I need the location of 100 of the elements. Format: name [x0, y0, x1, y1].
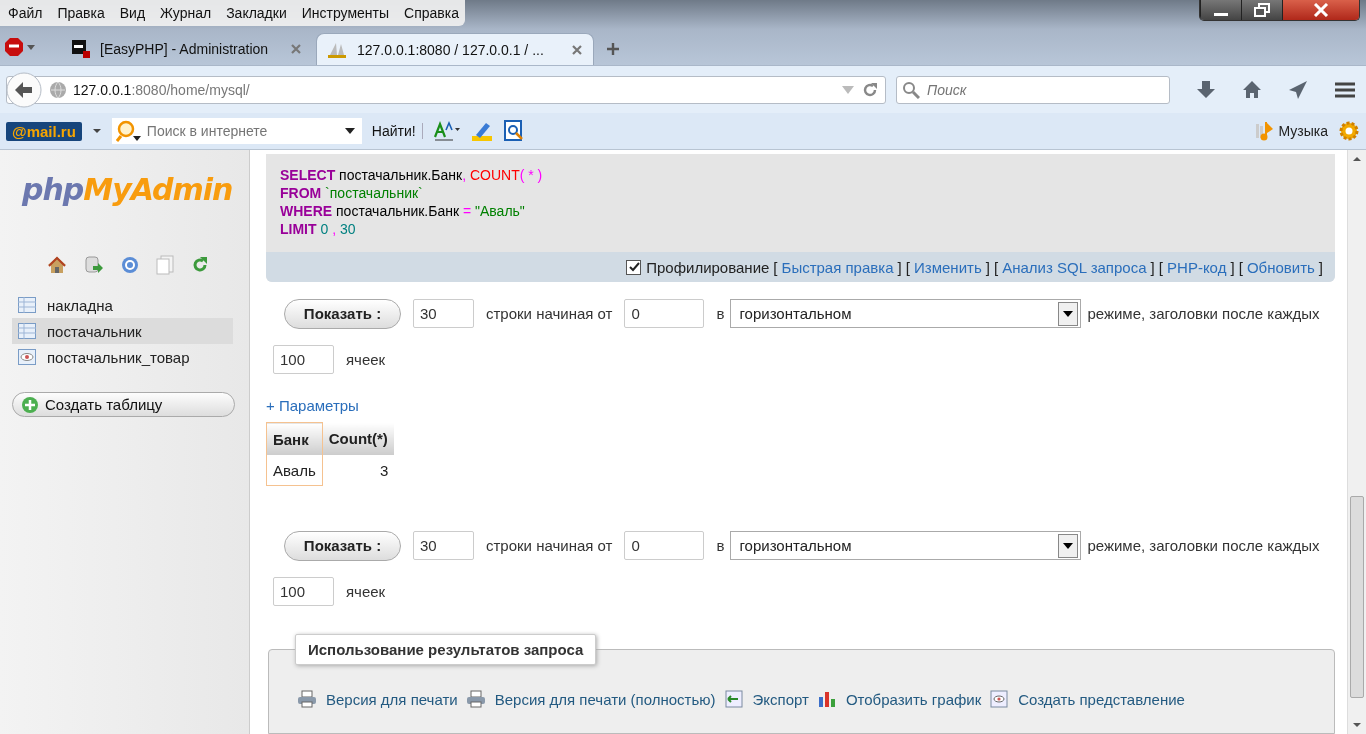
field-label: в [716, 305, 725, 322]
dropdown-icon[interactable] [343, 127, 356, 135]
field-label: ячеек [346, 583, 386, 600]
column-header[interactable]: Банк [266, 422, 323, 455]
house-icon[interactable] [47, 256, 67, 274]
minimize-button[interactable] [1200, 0, 1241, 20]
bracket-text: ] [ [1230, 258, 1243, 276]
sql-line: SELECT постачальник.Банк, COUNT( * ) [280, 166, 544, 184]
close-button[interactable] [1282, 0, 1359, 20]
globe-icon [49, 80, 67, 99]
menu-item[interactable]: Инструменты [301, 5, 390, 21]
mail-logo[interactable]: @mail.ru [6, 121, 82, 141]
music-label[interactable]: Музыка [1278, 123, 1328, 139]
paper-plane-icon[interactable] [1288, 79, 1308, 100]
options-link[interactable]: + Параметры [266, 397, 359, 414]
menu-item[interactable]: Справка [404, 5, 459, 21]
close-icon[interactable] [571, 43, 583, 56]
panel-legend: Использование результатов запроса [295, 634, 597, 665]
view-icon [989, 690, 1010, 708]
start-field[interactable]: 0 [624, 531, 705, 560]
caret-icon[interactable] [91, 127, 102, 135]
browser-tab[interactable]: [EasyPHP] - Administration [62, 33, 312, 65]
bar-chart-icon [816, 690, 837, 708]
profiling-checkbox[interactable] [626, 259, 642, 275]
repeat-field[interactable]: 100 [273, 577, 334, 606]
operation-link[interactable]: Версия для печати [297, 690, 458, 708]
app-logo[interactable]: phpMyAdmin [0, 172, 233, 207]
database-arrow-icon[interactable] [84, 255, 104, 275]
menu-item[interactable]: Журнал [160, 5, 212, 21]
bracket-text: ] [ [1150, 258, 1164, 276]
sql-line: FROM `постачальник` [280, 184, 424, 202]
view-icon [18, 349, 36, 365]
query-link[interactable]: Анализ SQL запроса [1002, 258, 1147, 276]
home-icon[interactable] [1242, 79, 1262, 100]
reload-icon[interactable] [861, 80, 879, 99]
bracket-text: [ [773, 258, 778, 276]
field-label: режиме, заголовки после каждых [1087, 537, 1320, 554]
operation-link[interactable]: Отобразить график [816, 690, 982, 708]
menu-item[interactable]: Файл [8, 5, 43, 21]
rows-field[interactable]: 30 [413, 299, 474, 328]
field-label: строки начиная от [486, 305, 613, 322]
field-label: в [716, 537, 725, 554]
close-icon [1311, 3, 1331, 17]
operation-link[interactable]: Версия для печати (полностью) [465, 690, 716, 708]
menu-icon[interactable] [1334, 80, 1356, 99]
table-cell: 3 [322, 455, 395, 486]
web-search-bar[interactable]: Поиск в интернете [111, 118, 362, 144]
search-icon [902, 80, 920, 99]
find-button[interactable]: Найти! [371, 123, 423, 139]
bracket-text: ] [ [897, 258, 911, 276]
search-bar[interactable]: Поиск [896, 75, 1170, 104]
minimize-icon [1214, 12, 1228, 16]
operation-link[interactable]: Создать представление [989, 690, 1185, 708]
page-zoom-icon[interactable] [502, 120, 525, 142]
menu-item[interactable]: Закладки [226, 5, 287, 21]
bracket-text: ] [1318, 258, 1323, 276]
scrollbar[interactable] [1347, 150, 1366, 734]
mode-dropdown[interactable]: горизонтальном [730, 531, 1082, 560]
search-field[interactable]: Поиск [925, 80, 1149, 99]
plus-icon [21, 395, 39, 414]
field-label: режиме, заголовки после каждых [1087, 305, 1320, 322]
menu-item[interactable]: Вид [119, 5, 146, 21]
table-list-item[interactable]: накладна [12, 292, 233, 318]
query-link[interactable]: Обновить [1246, 258, 1315, 276]
printer-icon [465, 690, 486, 708]
export-icon [723, 690, 744, 708]
table-list-item[interactable]: постачальник [12, 318, 233, 344]
download-icon[interactable] [1196, 79, 1216, 100]
font-size-icon[interactable] [432, 120, 461, 142]
repeat-field[interactable]: 100 [273, 345, 334, 374]
highlighter-icon[interactable] [470, 120, 493, 142]
table-icon [18, 297, 36, 313]
start-field[interactable]: 0 [624, 299, 705, 328]
printer-icon [297, 690, 317, 708]
sql-line: LIMIT 0 , 30 [280, 220, 357, 238]
show-button[interactable]: Показать : [284, 530, 401, 561]
menu-item[interactable]: Правка [57, 5, 105, 21]
profiling-label: Профилирование [646, 258, 770, 276]
query-link[interactable]: Изменить [914, 258, 982, 276]
gear-icon[interactable] [1338, 120, 1360, 142]
bracket-text: ] [ [985, 258, 999, 276]
query-link[interactable]: Быстрая правка [781, 258, 894, 276]
restore-icon [1252, 3, 1272, 17]
field-label: ячеек [346, 351, 386, 368]
new-tab-icon[interactable] [606, 42, 620, 56]
query-link[interactable]: PHP-код [1167, 258, 1227, 276]
table-list-item[interactable]: постачальник_товар [12, 344, 233, 370]
create-table-button[interactable]: Создать таблицу [12, 392, 235, 417]
sql-line: WHERE постачальник.Банк = "Аваль" [280, 202, 526, 220]
column-header[interactable]: Count(*) [322, 422, 395, 455]
magnifier-icon [115, 120, 142, 142]
refresh-icon[interactable] [191, 256, 209, 274]
field-label: строки начиная от [486, 537, 613, 554]
restore-button[interactable] [1241, 0, 1282, 20]
rows-field[interactable]: 30 [413, 531, 474, 560]
browser-tab[interactable]: 127.0.0.1:8080 / 127.0.0.1 / ... [316, 33, 594, 65]
mode-dropdown[interactable]: горизонтальном [730, 299, 1082, 328]
operation-link[interactable]: Экспорт [723, 690, 809, 708]
stop-sign-icon[interactable] [4, 37, 38, 57]
show-button[interactable]: Показать : [284, 298, 401, 329]
